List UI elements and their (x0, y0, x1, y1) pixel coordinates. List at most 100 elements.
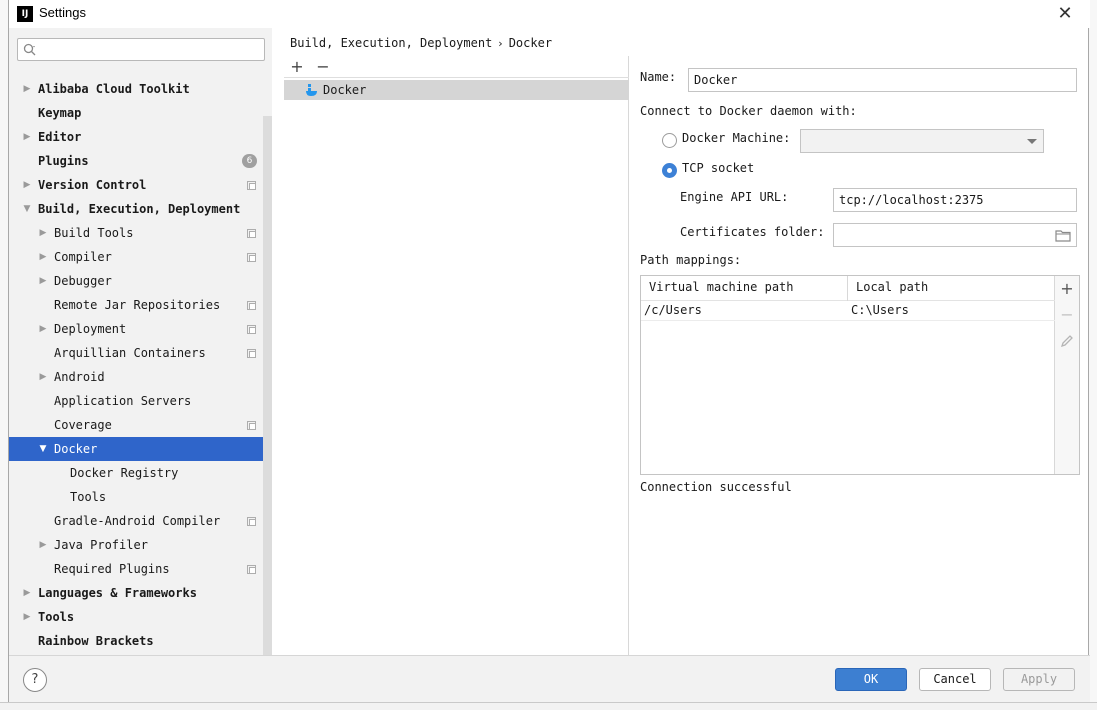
chevron-down-icon[interactable]: ▼ (21, 197, 33, 221)
chevron-right-icon[interactable]: ▶ (21, 581, 33, 605)
sidebar-item[interactable]: ▶ Alibaba Cloud Toolkit (9, 77, 272, 101)
sidebar-item[interactable]: Keymap (9, 101, 272, 125)
column-header-vm-path[interactable]: Virtual machine path (641, 276, 848, 301)
cell-vm-path[interactable]: /c/Users (644, 301, 702, 321)
sidebar-item[interactable]: Docker Registry (9, 461, 272, 485)
project-level-icon (247, 301, 256, 310)
sidebar-item[interactable]: ▶ Version Control (9, 173, 272, 197)
close-icon[interactable]: ✕ (1055, 4, 1075, 24)
name-input[interactable] (689, 69, 1076, 91)
sidebar-item-label: Keymap (38, 106, 82, 120)
sidebar-item[interactable]: ▶ Deployment (9, 317, 272, 341)
sidebar-item[interactable]: Application Servers (9, 389, 272, 413)
sidebar-item-label: Plugins (38, 154, 89, 168)
chevron-right-icon[interactable]: ▶ (37, 533, 49, 557)
tcp-socket-radio[interactable] (662, 163, 677, 178)
help-button[interactable]: ? (23, 668, 47, 692)
remove-mapping-button[interactable]: − (1057, 305, 1077, 325)
settings-sidebar: ▶ Alibaba Cloud Toolkit Keymap ▶ Editor Plugi… (9, 28, 272, 683)
engine-api-label: Engine API URL: (680, 190, 789, 204)
add-mapping-button[interactable]: + (1057, 279, 1077, 299)
sidebar-item[interactable]: ▶ Java Profiler (9, 533, 272, 557)
sidebar-item-label: Alibaba Cloud Toolkit (38, 82, 190, 96)
cancel-button[interactable]: Cancel (919, 668, 991, 691)
chevron-right-icon[interactable]: ▶ (37, 317, 49, 341)
project-level-icon (247, 229, 256, 238)
chevron-right-icon[interactable]: ▶ (21, 77, 33, 101)
column-header-local-path[interactable]: Local path (848, 276, 1055, 301)
add-connection-button[interactable]: + (287, 57, 307, 77)
remove-connection-button[interactable]: − (313, 57, 333, 77)
sidebar-item[interactable]: Gradle-Android Compiler (9, 509, 272, 533)
sidebar-item-label: Deployment (54, 322, 127, 336)
sidebar-item[interactable]: Required Plugins (9, 557, 272, 581)
sidebar-item-label: Arquillian Containers (54, 346, 206, 360)
chevron-right-icon[interactable]: ▶ (21, 605, 33, 629)
path-mappings-label: Path mappings: (640, 253, 742, 267)
sidebar-item-label: Debugger (54, 274, 112, 288)
dialog-footer: ? OK Cancel Apply (9, 655, 1090, 702)
project-level-icon (247, 565, 256, 574)
sidebar-item[interactable]: ▶ Compiler (9, 245, 272, 269)
path-mappings-grid: Virtual machine path Local path /c/Users… (641, 276, 1055, 474)
sidebar-item[interactable]: Tools (9, 485, 272, 509)
certificates-field[interactable] (833, 223, 1077, 247)
sidebar-item[interactable]: ▼ Docker (9, 437, 272, 461)
table-header: Virtual machine path Local path (641, 276, 1055, 301)
intellij-app-icon: IJ (17, 6, 33, 22)
sidebar-item-label: Remote Jar Repositories (54, 298, 221, 312)
connection-item-docker[interactable]: Docker (284, 80, 629, 100)
chevron-right-icon[interactable]: ▶ (37, 269, 49, 293)
sidebar-item[interactable]: Coverage (9, 413, 272, 437)
sidebar-item[interactable]: ▶ Debugger (9, 269, 272, 293)
sidebar-item[interactable]: ▶ Build Tools (9, 221, 272, 245)
sidebar-item-label: Java Profiler (54, 538, 148, 552)
sidebar-item-label: Android (54, 370, 105, 384)
ok-button[interactable]: OK (835, 668, 907, 691)
docker-connections-panel: + − Docker (284, 56, 629, 655)
sidebar-item[interactable]: Rainbow Brackets (9, 629, 272, 653)
settings-search-input[interactable] (42, 40, 260, 59)
sidebar-item[interactable]: ▶ Android (9, 365, 272, 389)
sidebar-item[interactable]: ▶ Tools (9, 605, 272, 629)
sidebar-item[interactable]: Arquillian Containers (9, 341, 272, 365)
docker-machine-dropdown[interactable] (800, 129, 1044, 153)
sidebar-item-label: Docker (54, 442, 98, 456)
certificates-input[interactable] (834, 224, 1076, 246)
sidebar-scrollbar[interactable] (263, 116, 272, 683)
tcp-socket-label: TCP socket (682, 161, 755, 175)
sidebar-item-label: Application Servers (54, 394, 192, 408)
engine-api-input[interactable] (834, 189, 1076, 211)
breadcrumb-parent[interactable]: Build, Execution, Deployment (290, 36, 492, 50)
sidebar-item[interactable]: Plugins 6 (9, 149, 272, 173)
sidebar-item[interactable]: ▼ Build, Execution, Deployment (9, 197, 272, 221)
settings-dialog: IJ Settings ✕ ▶ Alibaba Cloud Toolkit Keym… (8, 0, 1090, 702)
cell-local-path[interactable]: C:\Users (851, 301, 909, 321)
name-field[interactable] (688, 68, 1077, 92)
sidebar-item[interactable]: ▶ Editor (9, 125, 272, 149)
sidebar-item[interactable]: ▶ Languages & Frameworks (9, 581, 272, 605)
chevron-right-icon[interactable]: ▶ (21, 125, 33, 149)
connection-item-label: Docker (323, 83, 367, 97)
table-row[interactable]: /c/Users C:\Users (641, 301, 1055, 321)
title-bar: IJ Settings ✕ (9, 0, 1090, 28)
breadcrumb-separator-icon: › (498, 37, 503, 50)
connect-label: Connect to Docker daemon with: (640, 104, 857, 118)
table-toolbar: + − (1055, 276, 1079, 474)
engine-api-field[interactable] (833, 188, 1077, 212)
sidebar-item[interactable]: Remote Jar Repositories (9, 293, 272, 317)
project-level-icon (247, 181, 256, 190)
background-editor-left (0, 0, 8, 710)
chevron-right-icon[interactable]: ▶ (37, 245, 49, 269)
chevron-down-icon[interactable]: ▼ (37, 437, 49, 461)
certificates-label: Certificates folder: (680, 225, 825, 239)
project-level-icon (247, 253, 256, 262)
chevron-right-icon[interactable]: ▶ (21, 173, 33, 197)
chevron-right-icon[interactable]: ▶ (37, 365, 49, 389)
apply-button[interactable]: Apply (1003, 668, 1075, 691)
edit-mapping-button[interactable] (1057, 331, 1077, 351)
settings-search-box[interactable] (17, 38, 265, 61)
chevron-right-icon[interactable]: ▶ (37, 221, 49, 245)
folder-icon[interactable] (1055, 228, 1071, 242)
docker-machine-radio[interactable] (662, 133, 677, 148)
